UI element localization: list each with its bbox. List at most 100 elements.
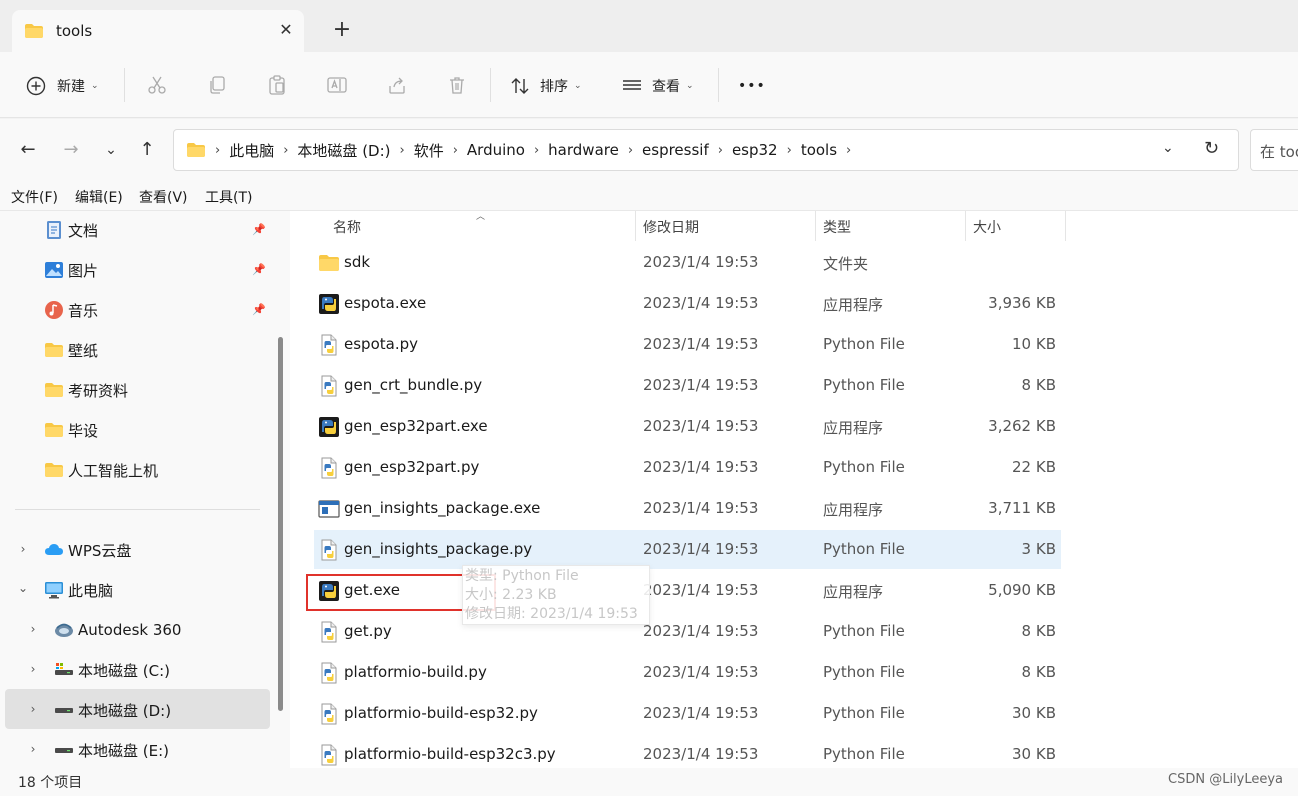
sidebar-scrollbar[interactable] (278, 337, 283, 711)
sidebar-item-wps-cloud[interactable]: WPS云盘 (44, 532, 131, 568)
sidebar-item-drive-d[interactable]: 本地磁盘 (D:) (54, 692, 171, 728)
column-divider[interactable] (965, 211, 966, 241)
breadcrumb-item[interactable]: hardware (542, 141, 625, 159)
column-divider[interactable] (635, 211, 636, 241)
column-divider[interactable] (1065, 211, 1066, 241)
chevron-right-icon[interactable]: › (625, 143, 636, 158)
folder-icon (24, 23, 44, 43)
python-file-icon (318, 621, 340, 643)
sidebar-item-graduation-project[interactable]: 毕设 (44, 412, 98, 448)
drive-icon (55, 708, 73, 713)
pin-icon[interactable]: 📌 (252, 263, 266, 276)
recent-locations-chevron-icon[interactable]: ⌄ (100, 139, 122, 161)
file-row[interactable]: gen_esp32part.exe 2023/1/4 19:53 应用程序 3,262… (314, 407, 1061, 446)
sidebar-item-label: 本地磁盘 (E:) (78, 741, 170, 760)
chevron-right-icon[interactable]: › (27, 622, 39, 636)
breadcrumb-item[interactable]: 此电脑 (223, 140, 280, 161)
tab-bar: tools ✕ + (0, 0, 1298, 52)
file-row[interactable]: get.py 2023/1/4 19:53 Python File 8 KB (314, 612, 1061, 651)
chevron-right-icon[interactable]: › (397, 143, 408, 158)
file-row[interactable]: espota.exe 2023/1/4 19:53 应用程序 3,936 KB (314, 284, 1061, 323)
column-header-type[interactable]: 类型 (823, 211, 851, 243)
breadcrumb-item[interactable]: 本地磁盘 (D:) (291, 140, 396, 161)
file-row[interactable]: gen_insights_package.py 2023/1/4 19:53 Pyt… (314, 530, 1061, 569)
chevron-right-icon[interactable]: › (843, 143, 854, 158)
chevron-right-icon[interactable]: › (27, 742, 39, 756)
back-arrow-icon[interactable]: ← (17, 139, 39, 161)
sidebar-item-exam-materials[interactable]: 考研资料 (44, 372, 128, 408)
more-options-button[interactable]: ••• (738, 72, 766, 100)
copy-icon[interactable] (206, 74, 228, 96)
sidebar-item-documents[interactable]: 文档 (44, 212, 98, 248)
address-history-chevron-icon[interactable]: ⌄ (1162, 140, 1174, 156)
close-icon[interactable]: ✕ (276, 20, 296, 40)
view-list-icon (623, 80, 641, 90)
refresh-icon[interactable]: ↻ (1204, 138, 1219, 159)
column-header-size[interactable]: 大小 (973, 211, 1001, 243)
column-header-date[interactable]: 修改日期 (643, 211, 699, 243)
new-button[interactable]: 新建 ⌄ (26, 72, 99, 100)
sidebar-item-label: 毕设 (68, 421, 99, 440)
breadcrumb-item[interactable]: esp32 (726, 141, 784, 159)
file-row[interactable]: platformio-build.py 2023/1/4 19:53 Python … (314, 653, 1061, 692)
folder-icon (187, 143, 205, 157)
address-bar[interactable]: › 此电脑 › 本地磁盘 (D:) › 软件 › Arduino › hardw… (173, 129, 1239, 171)
sidebar-item-music[interactable]: 音乐 (44, 292, 98, 328)
view-button[interactable]: 查看 ⌄ (622, 72, 694, 100)
sidebar-item-autodesk-360[interactable]: Autodesk 360 (54, 612, 181, 648)
python-file-icon (318, 457, 340, 479)
cut-icon[interactable] (146, 74, 168, 96)
chevron-right-icon[interactable]: › (27, 702, 39, 716)
pin-icon[interactable]: 📌 (252, 223, 266, 236)
chevron-right-icon[interactable]: › (531, 143, 542, 158)
column-header-name[interactable]: 名称 (333, 211, 361, 243)
breadcrumb-item[interactable]: tools (795, 141, 843, 159)
plus-circle-icon (26, 76, 46, 96)
pin-icon[interactable]: 📌 (252, 303, 266, 316)
file-row[interactable]: gen_crt_bundle.py 2023/1/4 19:53 Python Fi… (314, 366, 1061, 405)
chevron-right-icon[interactable]: › (784, 143, 795, 158)
chevron-right-icon[interactable]: › (715, 143, 726, 158)
file-explorer-window: tools ✕ + 新建 ⌄ 排序 ⌄ 查看 ⌄ ••• ← → ⌄ ↑ › 此… (0, 0, 1298, 796)
sidebar-item-drive-e[interactable]: 本地磁盘 (E:) (54, 732, 169, 768)
file-list: 名称 ︿ 修改日期 类型 大小 sdk 2023/1/4 19:53 文件夹 espo… (290, 211, 1298, 768)
sidebar-item-wallpaper[interactable]: 壁纸 (44, 332, 98, 368)
breadcrumb-item[interactable]: 软件 (408, 140, 450, 161)
column-divider[interactable] (815, 211, 816, 241)
sidebar-item-pictures[interactable]: 图片 (44, 252, 98, 288)
new-tab-button[interactable]: + (330, 18, 354, 42)
menu-file[interactable]: 文件(F) (11, 187, 58, 207)
file-size: 3,262 KB (988, 417, 1056, 435)
menu-view[interactable]: 查看(V) (139, 187, 188, 207)
breadcrumb-item[interactable]: Arduino (461, 141, 531, 159)
trash-icon[interactable] (446, 74, 468, 96)
sidebar-item-label: WPS云盘 (68, 541, 132, 560)
chevron-right-icon[interactable]: › (27, 662, 39, 676)
rename-icon[interactable] (326, 74, 348, 96)
file-row[interactable]: espota.py 2023/1/4 19:53 Python File 10 KB (314, 325, 1061, 364)
file-row[interactable]: platformio-build-esp32.py 2023/1/4 19:53 P… (314, 694, 1061, 733)
file-row[interactable]: sdk 2023/1/4 19:53 文件夹 (314, 243, 1061, 282)
file-row[interactable]: gen_insights_package.exe 2023/1/4 19:53 应用… (314, 489, 1061, 528)
chevron-right-icon[interactable]: › (450, 143, 461, 158)
sidebar-item-this-pc[interactable]: 此电脑 (44, 572, 113, 608)
file-type: Python File (823, 376, 905, 394)
forward-arrow-icon[interactable]: → (60, 139, 82, 161)
paste-icon[interactable] (266, 74, 288, 96)
search-input[interactable]: 在 tools (1250, 129, 1298, 171)
share-icon[interactable] (386, 74, 408, 96)
sidebar-item-ai-lab[interactable]: 人工智能上机 (44, 452, 158, 488)
sort-button[interactable]: 排序 ⌄ (510, 72, 582, 100)
file-size: 5,090 KB (988, 581, 1056, 599)
breadcrumb-item[interactable]: espressif (636, 141, 715, 159)
tab-tools[interactable]: tools ✕ (12, 10, 304, 52)
menu-tools[interactable]: 工具(T) (205, 187, 252, 207)
chevron-down-icon[interactable]: ⌄ (17, 581, 29, 595)
file-row[interactable]: gen_esp32part.py 2023/1/4 19:53 Python Fil… (314, 448, 1061, 487)
up-arrow-icon[interactable]: ↑ (136, 139, 158, 161)
file-type: 应用程序 (823, 501, 884, 519)
menu-edit[interactable]: 编辑(E) (75, 187, 123, 207)
sidebar-item-drive-c[interactable]: 本地磁盘 (C:) (54, 652, 170, 688)
chevron-right-icon[interactable]: › (280, 143, 291, 158)
chevron-right-icon[interactable]: › (17, 542, 29, 556)
